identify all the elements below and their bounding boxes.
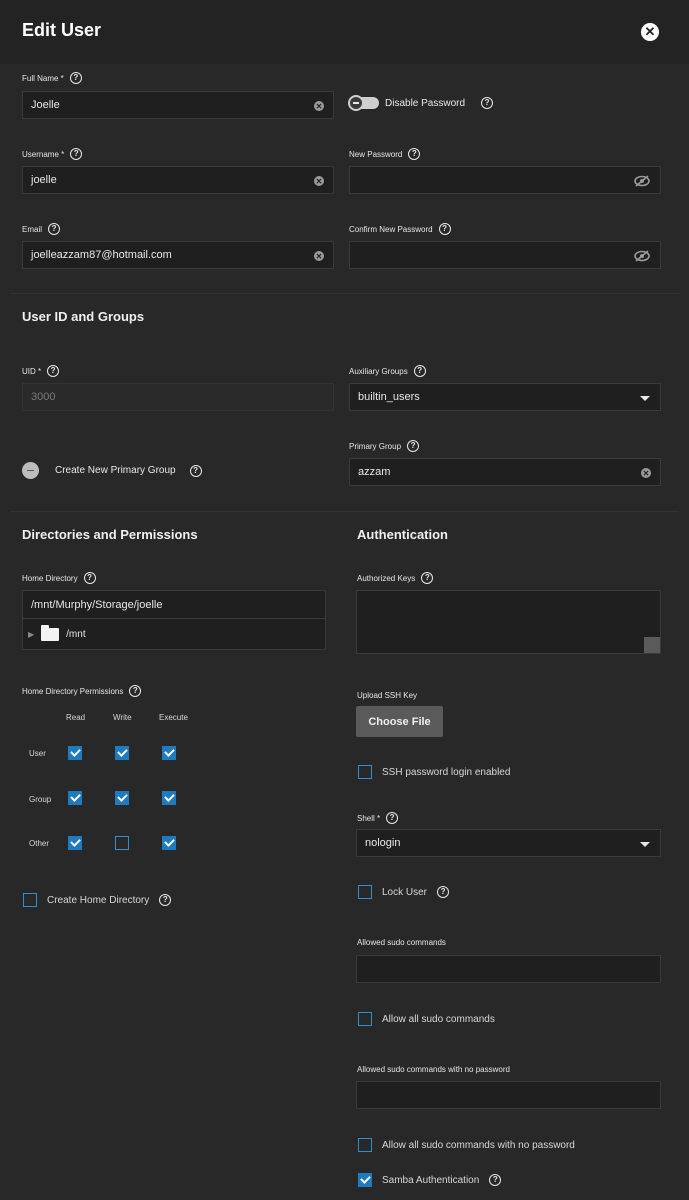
- allow-all-sudo[interactable]: Allow all sudo commands: [358, 1012, 495, 1026]
- help-icon[interactable]: ?: [481, 97, 494, 109]
- dialog-title: Edit User: [22, 20, 102, 40]
- create-home-directory[interactable]: Create Home Directory ?: [23, 893, 172, 907]
- group-execute-checkbox[interactable]: [162, 791, 176, 805]
- allow-all-sudo-checkbox[interactable]: [358, 1012, 372, 1026]
- samba-authentication[interactable]: Samba Authentication ?: [358, 1173, 502, 1187]
- visibility-off-icon[interactable]: [634, 250, 650, 262]
- dropdown-arrow-icon: [640, 396, 650, 401]
- help-icon[interactable]: ?: [69, 72, 82, 84]
- confirm-password-input[interactable]: [349, 241, 661, 269]
- sudo-commands-input[interactable]: [356, 955, 661, 983]
- group-write-checkbox[interactable]: [115, 791, 129, 805]
- uid-input: 3000: [22, 383, 334, 411]
- row-label: Group: [29, 795, 52, 804]
- help-icon[interactable]: ?: [48, 223, 61, 235]
- row-label: User: [29, 749, 46, 758]
- ssh-password-login-checkbox[interactable]: [358, 765, 372, 779]
- help-icon[interactable]: ?: [129, 685, 142, 697]
- username-label: Username * ?: [22, 148, 83, 160]
- clear-icon[interactable]: ✕: [314, 251, 324, 261]
- section-title-authentication: Authentication: [357, 527, 448, 542]
- email-label: Email ?: [22, 223, 61, 235]
- authorized-keys-textarea[interactable]: [356, 590, 661, 654]
- shell-label: Shell * ?: [357, 812, 399, 824]
- help-icon[interactable]: ?: [83, 572, 96, 584]
- clear-icon[interactable]: ✕: [314, 101, 324, 111]
- disable-password-toggle[interactable]: Disable Password ?: [348, 95, 494, 111]
- dialog-header: [0, 0, 689, 64]
- expand-arrow-icon[interactable]: ▶: [28, 630, 34, 639]
- column-header: Execute: [159, 713, 188, 722]
- section-title-user-id-groups: User ID and Groups: [22, 309, 145, 324]
- column-header: Write: [113, 713, 132, 722]
- create-home-directory-checkbox[interactable]: [23, 893, 37, 907]
- home-directory-label: Home Directory ?: [22, 572, 96, 584]
- help-icon[interactable]: ?: [407, 440, 420, 452]
- help-icon[interactable]: ?: [386, 812, 399, 824]
- uid-label: UID * ?: [22, 365, 60, 377]
- full-name-label: Full Name * ?: [22, 72, 82, 84]
- home-directory-explorer[interactable]: /mnt/Murphy/Storage/joelle ▶ /mnt: [22, 590, 326, 650]
- other-write-checkbox[interactable]: [115, 836, 129, 850]
- clear-icon[interactable]: ✕: [641, 468, 651, 478]
- shell-select[interactable]: nologin: [356, 829, 661, 857]
- toggle-switch[interactable]: [348, 95, 379, 111]
- help-icon[interactable]: ?: [437, 886, 450, 898]
- aux-groups-select[interactable]: builtin_users: [349, 383, 661, 411]
- choose-file-button[interactable]: Choose File: [356, 706, 443, 737]
- toggle-knob[interactable]: [22, 462, 39, 479]
- user-read-checkbox[interactable]: [68, 746, 82, 760]
- primary-group-input[interactable]: azzam ✕: [349, 458, 661, 486]
- close-icon[interactable]: ✕: [641, 23, 659, 41]
- other-execute-checkbox[interactable]: [162, 836, 176, 850]
- column-header: Read: [66, 713, 86, 722]
- clear-icon[interactable]: ✕: [314, 176, 324, 186]
- new-password-input[interactable]: [349, 166, 661, 194]
- help-icon[interactable]: ?: [189, 464, 202, 477]
- help-icon[interactable]: ?: [408, 148, 421, 160]
- help-icon[interactable]: ?: [70, 148, 83, 160]
- samba-authentication-checkbox[interactable]: [358, 1173, 372, 1187]
- tree-node[interactable]: ▶ /mnt: [23, 619, 325, 649]
- upload-ssh-label: Upload SSH Key: [357, 691, 418, 700]
- lock-user-checkbox[interactable]: [358, 885, 372, 899]
- folder-icon: [41, 624, 60, 641]
- home-directory-input[interactable]: /mnt/Murphy/Storage/joelle: [23, 591, 325, 619]
- help-icon[interactable]: ?: [47, 365, 60, 377]
- help-icon[interactable]: ?: [413, 365, 426, 377]
- allow-all-sudo-nopasswd[interactable]: Allow all sudo commands with no password: [358, 1138, 575, 1152]
- section-title-directories: Directories and Permissions: [22, 527, 198, 542]
- sudo-nopasswd-input[interactable]: [356, 1081, 661, 1109]
- group-read-checkbox[interactable]: [68, 791, 82, 805]
- email-input[interactable]: joelleazzam87@hotmail.com ✕: [22, 241, 334, 269]
- allow-all-sudo-nopasswd-checkbox[interactable]: [358, 1138, 372, 1152]
- visibility-off-icon[interactable]: [634, 175, 650, 187]
- user-write-checkbox[interactable]: [115, 746, 129, 760]
- row-label: Other: [29, 839, 50, 848]
- sudo-commands-label: Allowed sudo commands: [357, 938, 446, 947]
- divider: [10, 511, 679, 512]
- help-icon[interactable]: ?: [159, 894, 172, 906]
- new-password-label: New Password ?: [349, 148, 421, 160]
- help-icon[interactable]: ?: [421, 572, 434, 584]
- create-primary-group-toggle[interactable]: Create New Primary Group ?: [22, 462, 202, 479]
- help-icon[interactable]: ?: [489, 1174, 502, 1186]
- user-execute-checkbox[interactable]: [162, 746, 176, 760]
- ssh-password-login[interactable]: SSH password login enabled: [358, 765, 510, 779]
- resize-handle[interactable]: [644, 637, 660, 653]
- lock-user[interactable]: Lock User ?: [358, 885, 450, 899]
- confirm-password-label: Confirm New Password ?: [349, 223, 451, 235]
- full-name-input[interactable]: Joelle ✕: [22, 91, 334, 119]
- primary-group-label: Primary Group ?: [349, 440, 420, 452]
- authorized-keys-label: Authorized Keys ?: [357, 572, 434, 584]
- divider: [10, 293, 679, 294]
- help-icon[interactable]: ?: [438, 223, 451, 235]
- aux-groups-label: Auxiliary Groups ?: [349, 365, 426, 377]
- dropdown-arrow-icon: [640, 842, 650, 847]
- permissions-label: Home Directory Permissions ?: [22, 685, 142, 697]
- other-read-checkbox[interactable]: [68, 836, 82, 850]
- sudo-nopasswd-label: Allowed sudo commands with no password: [357, 1065, 510, 1074]
- username-input[interactable]: joelle ✕: [22, 166, 334, 194]
